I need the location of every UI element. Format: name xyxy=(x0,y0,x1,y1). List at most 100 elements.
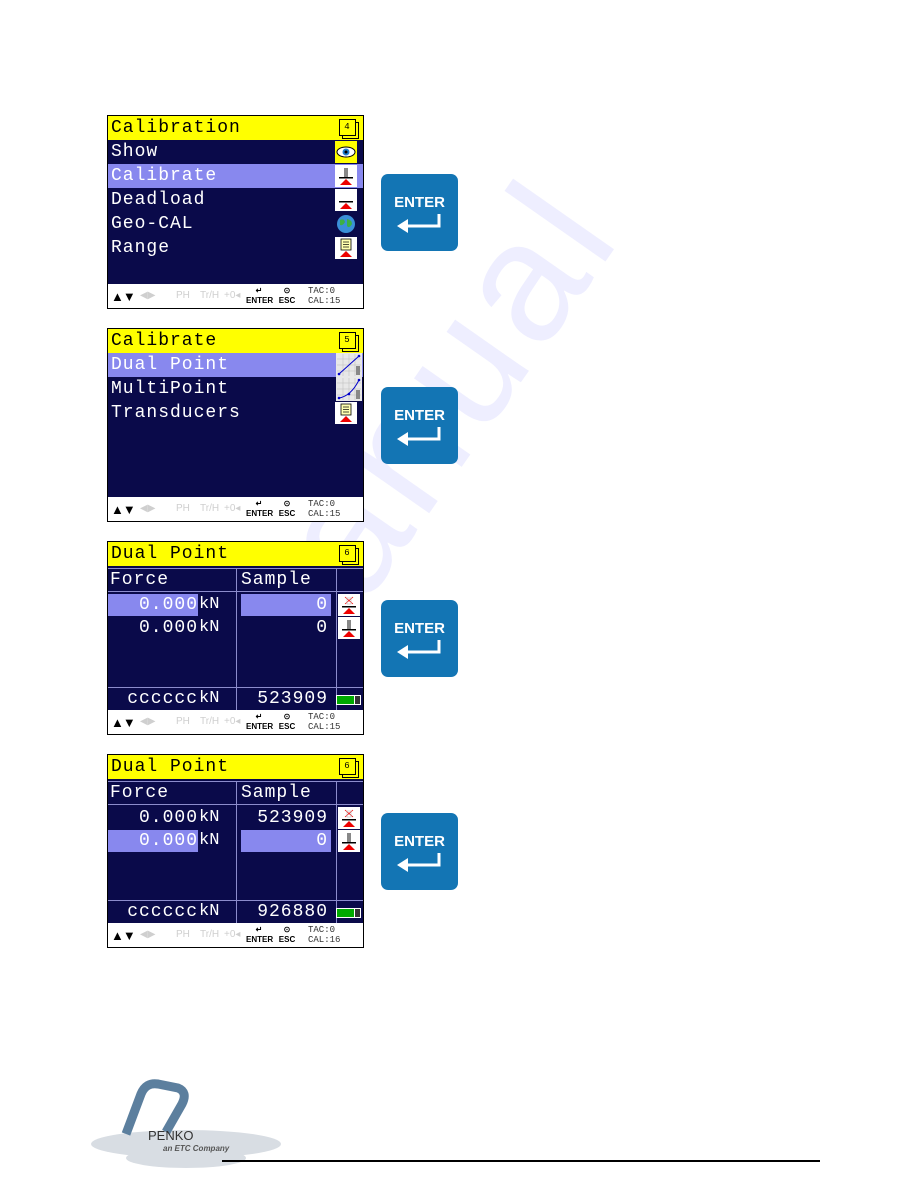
menu-item-multipoint[interactable]: MultiPoint xyxy=(108,377,363,401)
enter-softkey[interactable]: ↵ ENTER xyxy=(246,286,274,306)
force-input-point1[interactable]: 0.000 xyxy=(108,594,198,616)
column-header-sample: Sample xyxy=(241,783,312,803)
zero-point-icon xyxy=(338,807,360,829)
enter-key-button[interactable]: ENTER xyxy=(381,813,458,890)
menu-item-label: Transducers xyxy=(111,403,241,423)
esc-softkey[interactable]: ⊙ ESC xyxy=(276,925,298,945)
screen-calibration-menu: Calibration 4 Show Calibrate Deadload Ge… xyxy=(107,115,364,309)
force-input-point2[interactable]: 0.000 xyxy=(108,830,198,852)
menu-item-dual-point[interactable]: Dual Point xyxy=(108,353,363,377)
enter-key-button[interactable]: ENTER xyxy=(381,387,458,464)
menu-item-range[interactable]: Range xyxy=(108,236,363,260)
menu-item-deadload[interactable]: Deadload xyxy=(108,188,363,212)
menu-item-transducers[interactable]: Transducers xyxy=(108,401,363,425)
enter-arrow-icon: ↵ xyxy=(255,499,263,508)
enter-arrow-icon: ↵ xyxy=(255,712,263,721)
logo-tagline: an ETC Company xyxy=(163,1144,230,1153)
up-down-arrows-icon[interactable]: ▲▼ xyxy=(111,715,136,730)
menu-item-show[interactable]: Show xyxy=(108,140,363,164)
cal-info: TAC:0 CAL:15 xyxy=(308,286,340,306)
softkey-bar: ▲▼ ◀▶ PH Tr/H +0◂ ↵ ENTER ⊙ ESC TAC:0 CAL:1… xyxy=(108,710,363,734)
menu-item-label: Deadload xyxy=(111,190,206,210)
esc-softkey-label: ESC xyxy=(278,296,296,305)
esc-softkey[interactable]: ⊙ ESC xyxy=(276,286,298,306)
weight-point-icon xyxy=(338,830,360,852)
enter-softkey[interactable]: ↵ ENTER xyxy=(246,925,273,945)
cal-info: TAC:0 CAL:15 xyxy=(308,712,340,732)
globe-icon xyxy=(335,213,357,235)
cal-counter: CAL:15 xyxy=(308,509,341,519)
zero-point-icon xyxy=(338,594,360,616)
screen-title-text: Dual Point xyxy=(111,544,230,564)
enter-key-button[interactable]: ENTER xyxy=(381,174,458,251)
enter-arrow-icon xyxy=(397,214,441,233)
tac-counter: TAC:0 xyxy=(308,286,336,296)
left-right-arrows-icon: ◀▶ xyxy=(140,716,156,727)
left-right-arrows-icon: ◀▶ xyxy=(140,929,156,940)
up-down-arrows-icon[interactable]: ▲▼ xyxy=(111,928,136,943)
esc-circle-icon: ⊙ xyxy=(283,499,291,508)
live-force-readout: cccccc xyxy=(127,689,198,709)
penko-logo-icon xyxy=(91,1079,281,1168)
screen-calibrate-menu: Calibrate 5 Dual Point MultiPoint Transd… xyxy=(107,328,364,522)
cal-info: TAC:0 CAL:15 xyxy=(308,499,340,519)
esc-softkey-label: ESC xyxy=(278,722,296,731)
screen-dual-point-step2: Dual Point 6 Force Sample 0.000 kN 52390… xyxy=(107,754,364,948)
transducer-document-icon xyxy=(335,402,357,424)
up-down-arrows-icon[interactable]: ▲▼ xyxy=(111,289,136,304)
menu-item-label: Dual Point xyxy=(111,355,230,375)
menu-item-geo-cal[interactable]: Geo-CAL xyxy=(108,212,363,236)
column-header-force: Force xyxy=(110,570,170,590)
menu-item-label: Geo-CAL xyxy=(111,214,194,234)
enter-softkey-label: ENTER xyxy=(246,509,274,518)
enter-softkey-label: ENTER xyxy=(246,296,274,305)
live-force-readout: cccccc xyxy=(127,902,198,922)
sample-value-point1[interactable]: 0 xyxy=(241,594,331,616)
sample-value-point1[interactable]: 523909 xyxy=(241,807,331,829)
force-input-point1[interactable]: 0.000 xyxy=(108,807,198,829)
esc-softkey-label: ESC xyxy=(278,509,296,518)
zero-key-label: +0◂ xyxy=(224,290,241,301)
enter-softkey-label: ENTER xyxy=(246,722,274,731)
zero-key-label: +0◂ xyxy=(224,716,241,727)
force-input-point2[interactable]: 0.000 xyxy=(108,617,198,639)
screen-dual-point-step1: Dual Point 6 Force Sample 0.000 kN 0 0.0… xyxy=(107,541,364,735)
enter-arrow-icon: ↵ xyxy=(255,925,263,934)
signal-bar-icon xyxy=(336,695,361,705)
cal-info: TAC:0 CAL:16 xyxy=(308,925,340,945)
enter-key-button[interactable]: ENTER xyxy=(381,600,458,677)
softkey-bar: ▲▼ ◀▶ PH Tr/H +0◂ ↵ ENTER ⊙ ESC TAC:0 CAL:1… xyxy=(108,497,363,521)
esc-softkey[interactable]: ⊙ ESC xyxy=(276,712,298,732)
divider xyxy=(336,568,337,710)
softkey-bar: ▲▼ ◀▶ PH Tr/H +0◂ ↵ ENTER ⊙ ESC TAC:0 CAL:1… xyxy=(108,923,363,947)
up-down-arrows-icon[interactable]: ▲▼ xyxy=(111,502,136,517)
enter-key-label: ENTER xyxy=(394,620,445,637)
ph-key-label: PH xyxy=(176,290,190,301)
divider xyxy=(236,781,237,923)
divider xyxy=(336,781,337,923)
ph-key-label: PH xyxy=(176,503,190,514)
screen-title: Calibration 4 xyxy=(108,116,363,140)
page-number-badge: 6 xyxy=(339,758,356,775)
tac-counter: TAC:0 xyxy=(308,712,336,722)
sample-value-point2[interactable]: 0 xyxy=(241,617,331,639)
menu-item-label: Calibrate xyxy=(111,166,218,186)
esc-circle-icon: ⊙ xyxy=(283,286,291,295)
sample-value-point2[interactable]: 0 xyxy=(241,830,331,852)
screen-title-text: Dual Point xyxy=(111,757,230,777)
enter-key-label: ENTER xyxy=(394,194,445,211)
enter-softkey[interactable]: ↵ ENTER xyxy=(246,712,274,732)
screen-title-text: Calibration xyxy=(111,118,241,138)
live-force-unit: kN xyxy=(199,902,220,921)
enter-arrow-icon xyxy=(397,427,441,446)
cal-counter: CAL:15 xyxy=(308,296,341,306)
cal-counter: CAL:16 xyxy=(308,935,341,945)
tare-hold-key-label: Tr/H xyxy=(200,929,220,940)
range-document-icon xyxy=(335,237,357,259)
enter-softkey[interactable]: ↵ ENTER xyxy=(246,499,274,519)
cal-counter: CAL:15 xyxy=(308,722,341,732)
menu-item-calibrate[interactable]: Calibrate xyxy=(108,164,363,188)
esc-softkey[interactable]: ⊙ ESC xyxy=(276,499,298,519)
weight-point-icon xyxy=(338,617,360,639)
zero-key-label: +0◂ xyxy=(224,503,241,514)
